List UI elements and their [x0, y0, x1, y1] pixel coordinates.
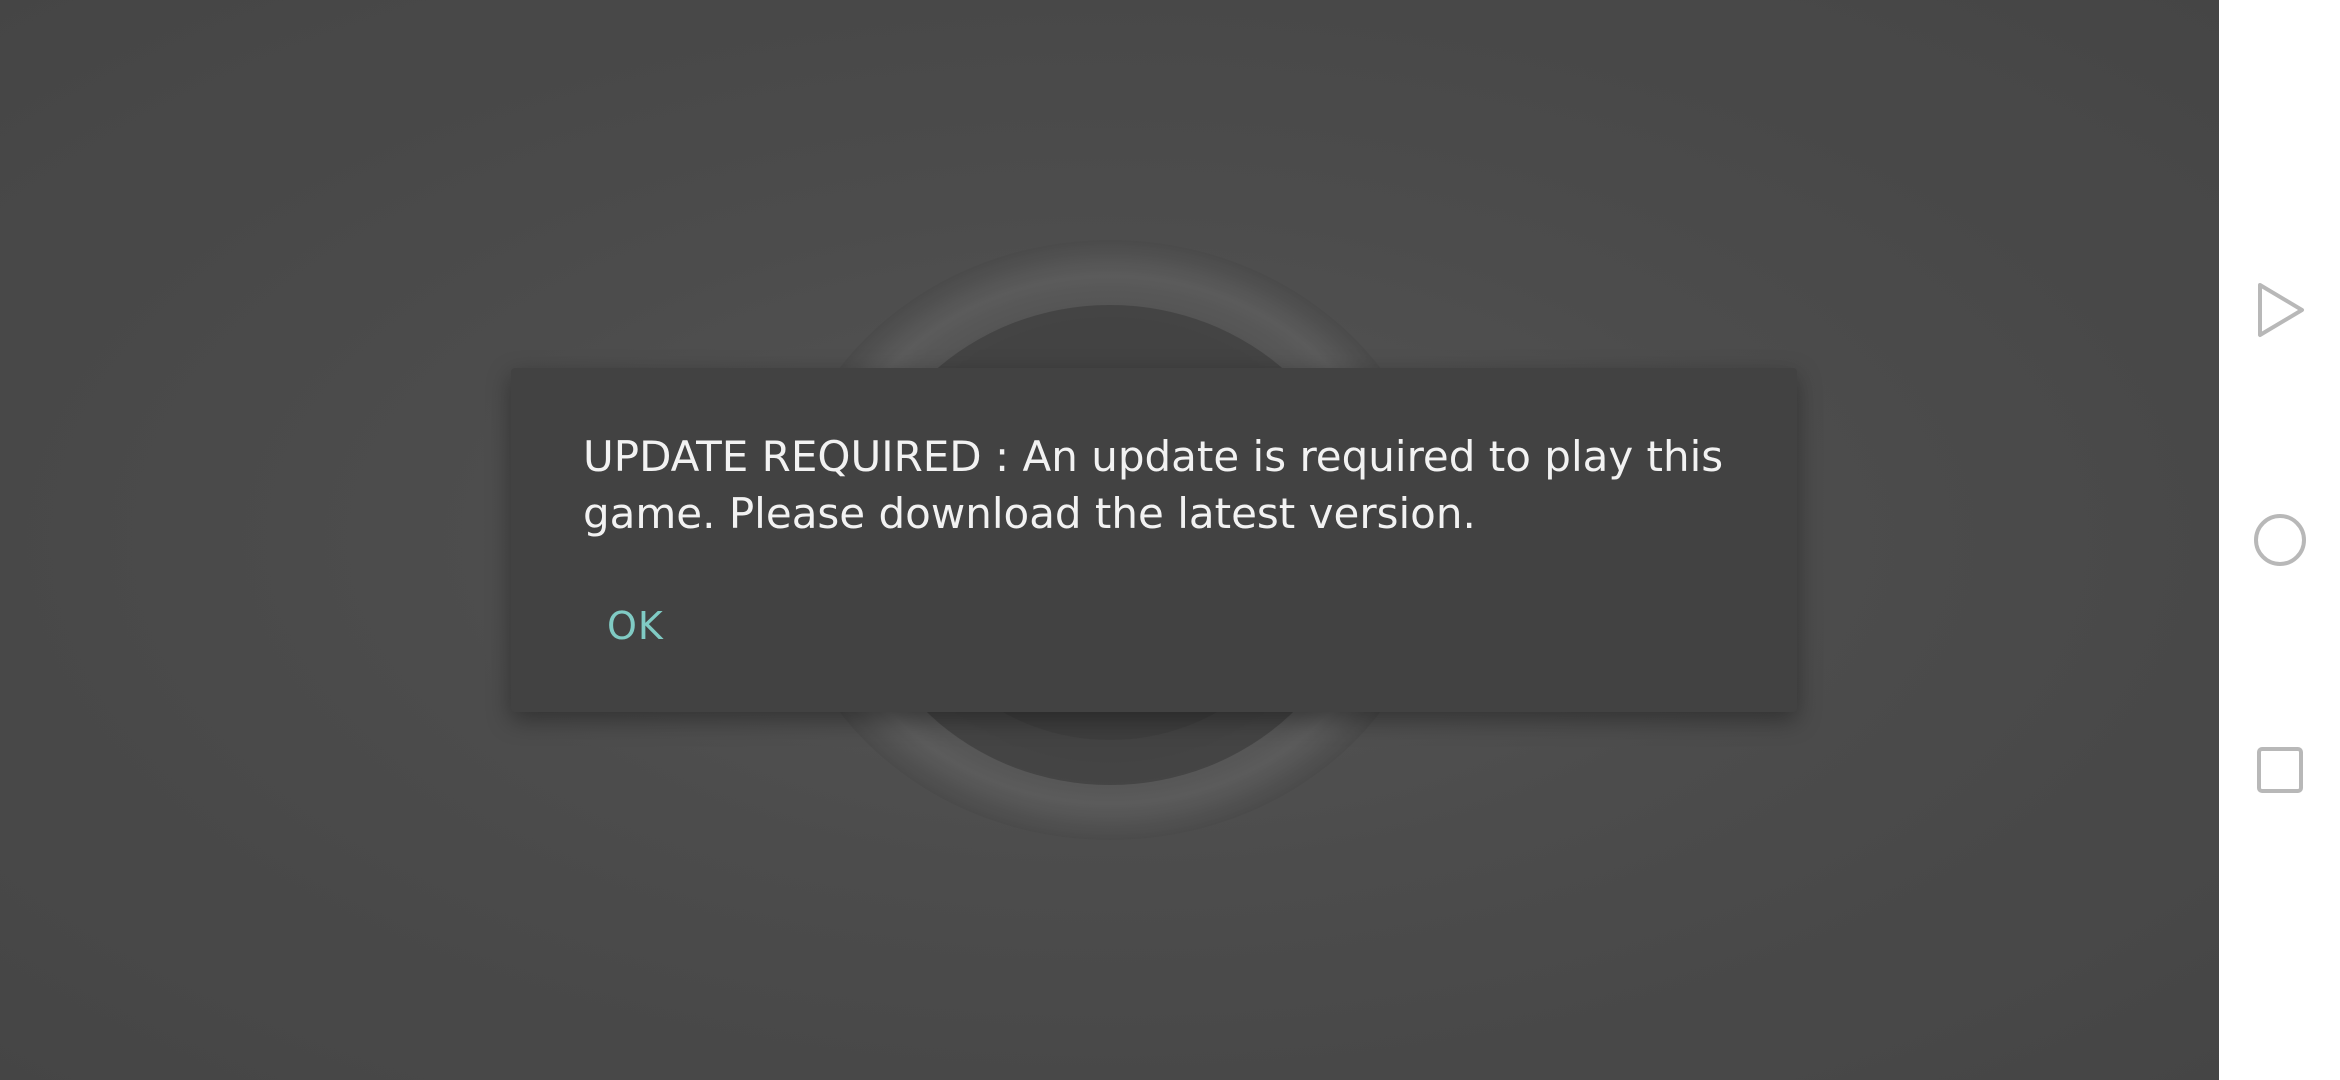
ok-button[interactable]: OK [599, 596, 672, 656]
home-button[interactable] [2249, 509, 2311, 571]
game-screen: UPDATE REQUIRED : An update is required … [0, 0, 2219, 1080]
back-triangle-icon [2258, 283, 2304, 337]
dialog-message: UPDATE REQUIRED : An update is required … [583, 432, 1724, 538]
recents-square-icon [2257, 747, 2303, 793]
back-button[interactable] [2249, 279, 2311, 341]
recents-button[interactable] [2249, 739, 2311, 801]
navigation-bar [2219, 0, 2340, 1080]
update-required-dialog: UPDATE REQUIRED : An update is required … [511, 368, 1797, 712]
home-circle-icon [2254, 514, 2306, 566]
